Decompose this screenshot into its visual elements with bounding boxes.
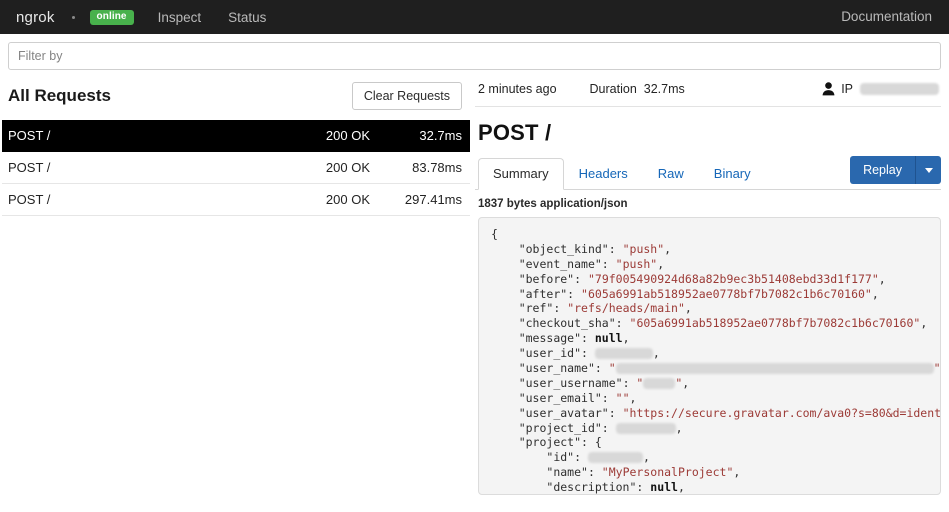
request-duration: 83.78ms <box>412 160 462 175</box>
json-value-project-description: null <box>650 480 678 495</box>
json-value-object-kind: push <box>629 241 658 256</box>
person-icon <box>822 82 835 96</box>
request-duration: 32.7ms <box>419 128 462 143</box>
clear-requests-button[interactable]: Clear Requests <box>351 82 462 110</box>
request-status: 200 OK <box>325 128 370 143</box>
separator-dot <box>71 15 75 19</box>
request-status: 200 OK <box>325 160 370 175</box>
table-row[interactable]: POST / 200 OK 297.41ms <box>2 184 470 216</box>
json-value-ref: refs/heads/main <box>574 301 678 316</box>
tab-raw[interactable]: Raw <box>643 158 699 190</box>
requests-header: All Requests Clear Requests <box>2 70 470 120</box>
replay-button-group: Replay <box>850 156 941 184</box>
request-detail-panel: 2 minutes ago Duration 32.7ms IP POST / … <box>470 70 949 495</box>
json-value-checkout-sha: 605a6991ab518952ae0778bf7b7082c1b6c70160 <box>636 316 914 331</box>
tab-headers[interactable]: Headers <box>564 158 643 190</box>
nav-link-status[interactable]: Status <box>228 10 266 25</box>
request-duration: 297.41ms <box>404 192 462 207</box>
nav-link-inspect[interactable]: Inspect <box>158 10 202 25</box>
request-method: POST / <box>8 160 51 175</box>
json-value-user-name-redacted <box>615 363 934 375</box>
requests-panel: All Requests Clear Requests POST / 200 O… <box>0 70 470 216</box>
json-value-before: 79f005490924d68a82b9ec3b51408ebd33d1f177 <box>594 271 872 286</box>
json-value-user-username-redacted <box>643 377 676 389</box>
table-row[interactable]: POST / 200 OK 83.78ms <box>2 152 470 184</box>
json-value-after: 605a6991ab518952ae0778bf7b7082c1b6c70160 <box>587 286 865 301</box>
ip-label: IP <box>841 82 853 96</box>
client-ip-group: IP <box>822 82 939 96</box>
request-status: 200 OK <box>325 192 370 207</box>
json-value-user-id-redacted <box>594 348 653 360</box>
tab-binary[interactable]: Binary <box>699 158 766 190</box>
request-list: POST / 200 OK 32.7ms POST / 200 OK 83.78… <box>2 120 470 216</box>
request-method: POST / <box>8 192 51 207</box>
tab-summary[interactable]: Summary <box>478 158 564 190</box>
request-meta-row: 2 minutes ago Duration 32.7ms IP <box>475 70 941 107</box>
filter-input[interactable] <box>8 42 941 70</box>
chevron-down-icon <box>924 167 933 173</box>
page-title: POST / <box>478 120 552 145</box>
replay-button[interactable]: Replay <box>850 156 916 184</box>
requests-title: All Requests <box>8 86 111 105</box>
detail-tabs: Summary Headers Raw Binary Replay <box>475 156 941 190</box>
brand-logo: ngrok <box>16 8 55 26</box>
json-value-event-name: push <box>622 256 651 271</box>
ip-value-redacted <box>860 83 939 95</box>
nav-link-documentation[interactable]: Documentation <box>841 9 932 24</box>
json-value-project-id-inner-redacted <box>587 452 643 464</box>
duration-label: Duration <box>589 82 637 96</box>
request-timestamp: 2 minutes ago <box>478 82 557 96</box>
main-columns: All Requests Clear Requests POST / 200 O… <box>0 70 949 512</box>
json-value-user-avatar: https://secure.gravatar.com/ava0?s=80&d=… <box>629 405 941 420</box>
duration-value: 32.7ms <box>643 82 685 96</box>
filter-bar <box>0 34 949 70</box>
top-navbar: ngrok online Inspect Status Documentatio… <box>0 0 949 34</box>
json-value-project-name: MyPersonalProject <box>608 465 727 480</box>
navbar-right: Documentation <box>841 8 932 26</box>
json-value-message: null <box>594 331 623 346</box>
table-row[interactable]: POST / 200 OK 32.7ms <box>2 120 470 152</box>
request-body-json: { "object_kind": "push", "event_name": "… <box>478 217 941 495</box>
body-size-label: 1837 bytes application/json <box>478 198 628 210</box>
replay-dropdown-button[interactable] <box>916 156 941 184</box>
json-value-project-id-redacted <box>615 422 676 434</box>
status-badge: online <box>89 9 134 25</box>
request-method: POST / <box>8 128 51 143</box>
